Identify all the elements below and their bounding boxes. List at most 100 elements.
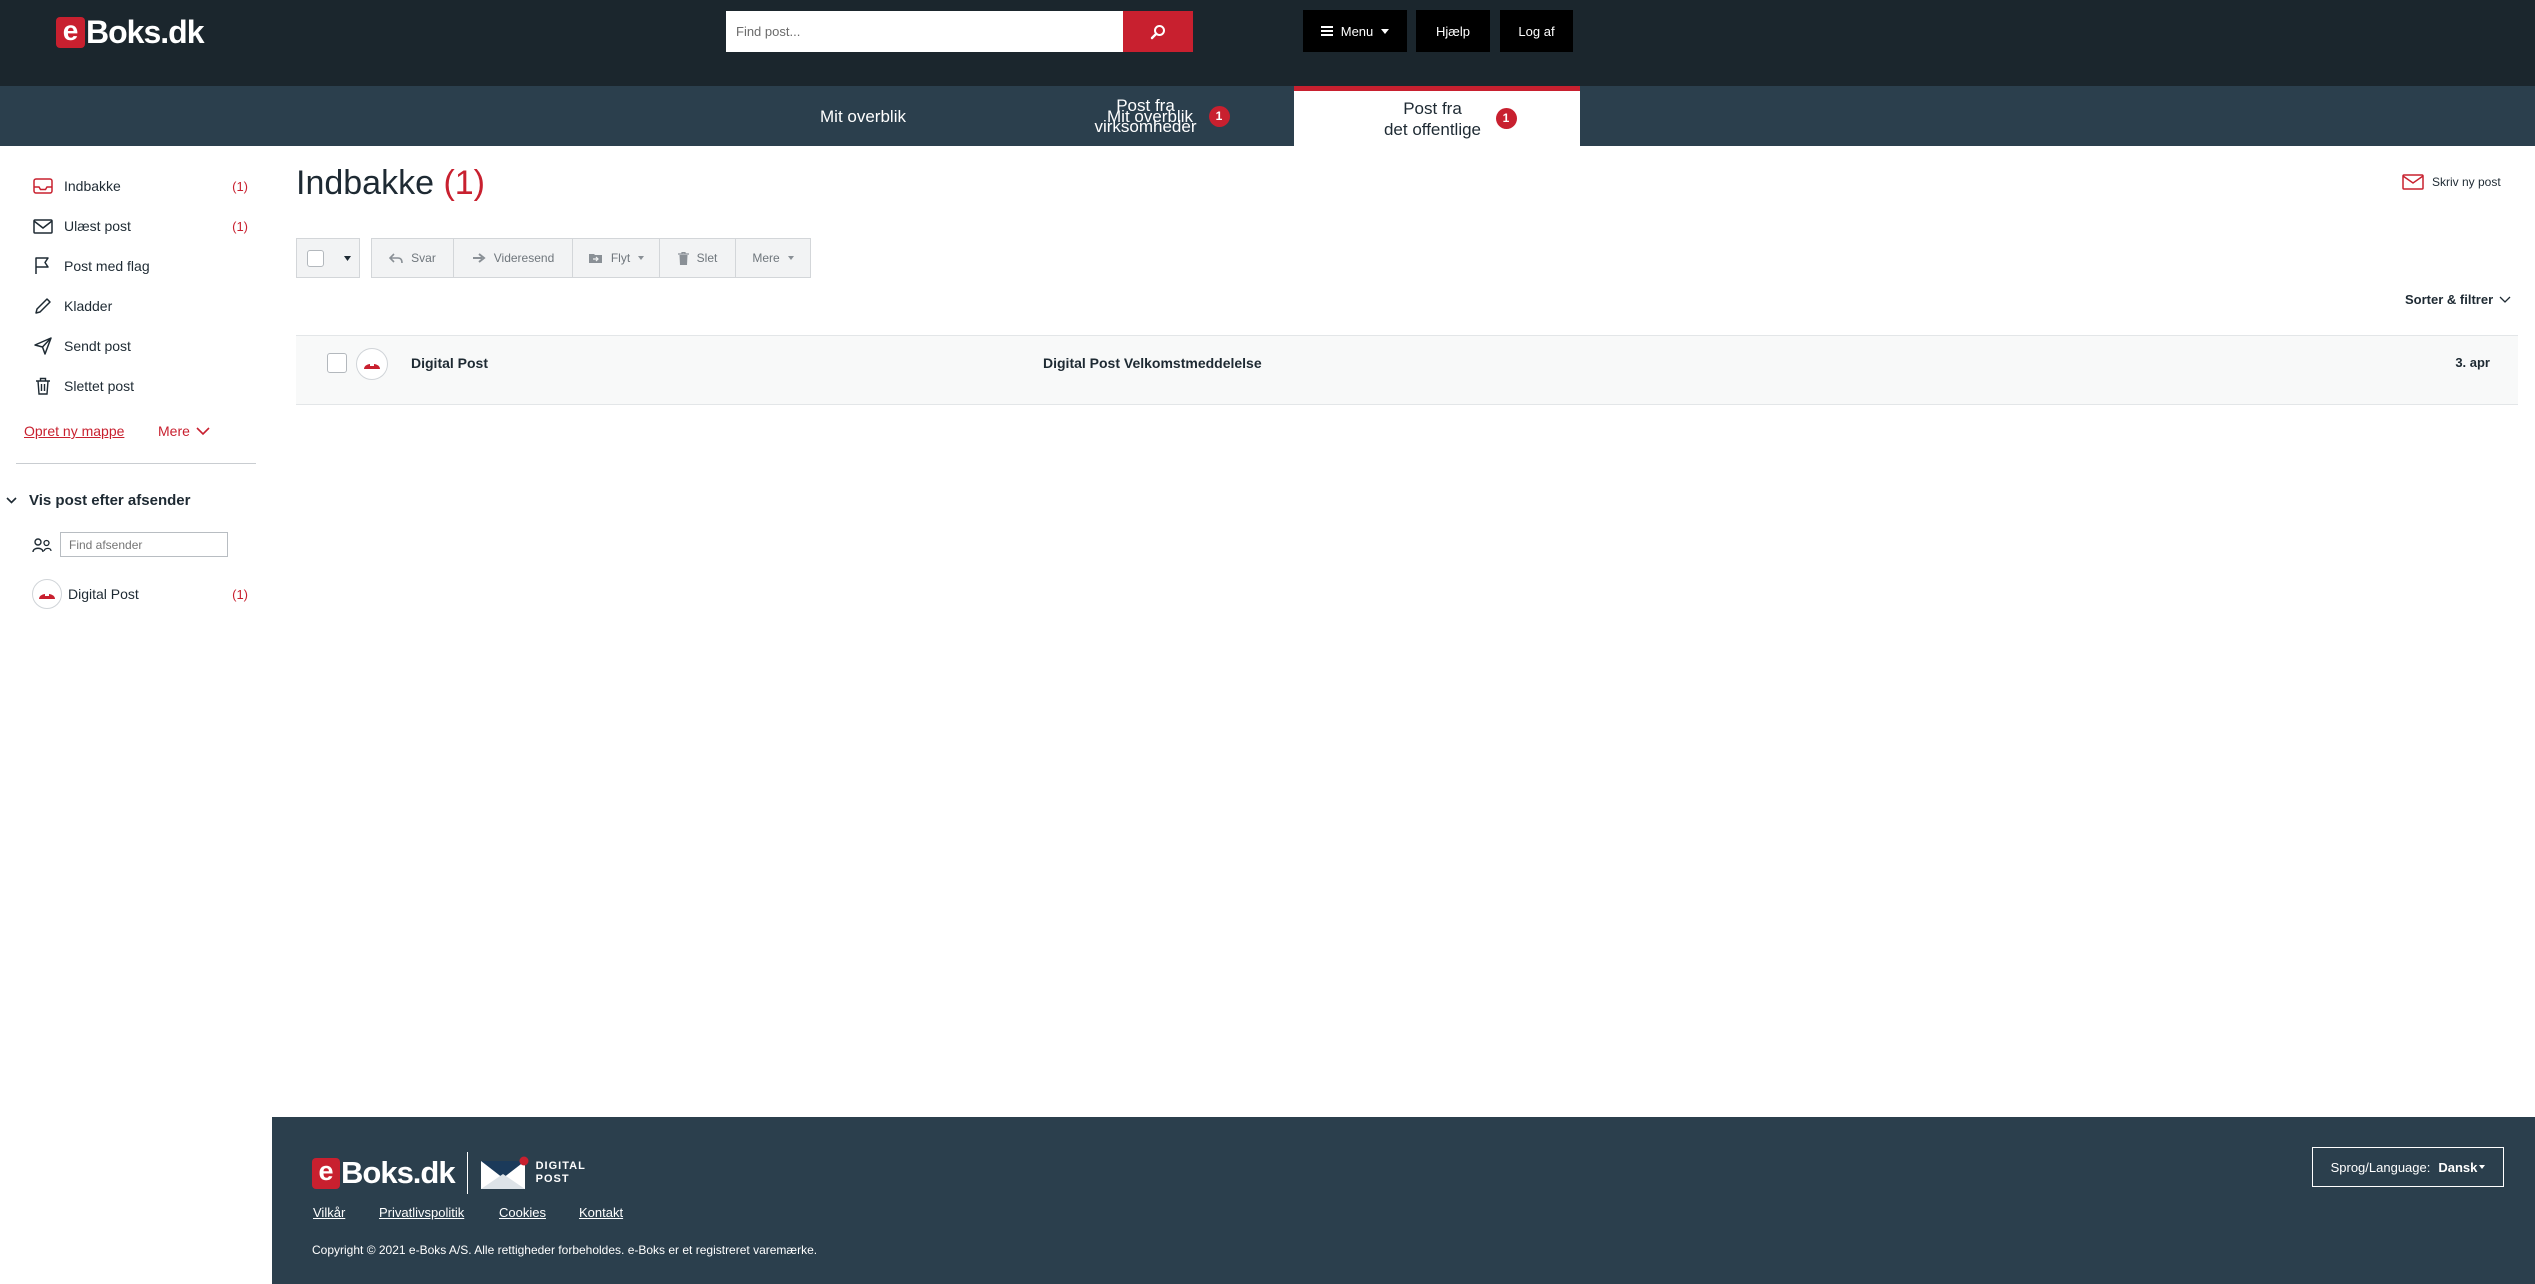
tab-virksomheder-label: Post fra virksomheder xyxy=(1071,95,1221,137)
sidebar-item-count: (1) xyxy=(232,218,248,234)
forward-arrow-icon xyxy=(472,253,486,263)
logo-wordmark: Boks.dk xyxy=(86,13,204,50)
page-title-text: Indbakke xyxy=(296,164,434,202)
message-toolbar: Svar Videresend Flyt Slet Mere xyxy=(371,238,811,278)
sidebar-divider xyxy=(16,463,256,464)
message-date: 3. apr xyxy=(2455,355,2490,370)
delete-label: Slet xyxy=(696,251,718,265)
eboks-logo[interactable]: e Boks.dk xyxy=(56,13,204,50)
message-row[interactable]: Digital Post Digital Post Velkomstmeddel… xyxy=(296,335,2518,405)
footer-link-kontakt[interactable]: Kontakt xyxy=(579,1205,623,1220)
more-folders-toggle[interactable]: Mere xyxy=(158,423,210,439)
sidebar-item-sendt-post[interactable]: Sendt post xyxy=(32,334,248,358)
digital-post-wordmark: DIGITAL POST xyxy=(536,1160,586,1186)
digital-post-logo-icon xyxy=(39,593,55,599)
chevron-down-icon xyxy=(6,497,17,504)
message-checkbox[interactable] xyxy=(327,353,347,373)
select-all-dropdown[interactable] xyxy=(296,238,360,278)
tab-offentlige-line2: det offentlige xyxy=(1383,119,1482,139)
sidebar-item-ulaest-post[interactable]: Ulæst post (1) xyxy=(32,214,248,238)
digital-post-envelope-icon xyxy=(480,1156,529,1189)
move-button[interactable]: Flyt xyxy=(573,239,660,277)
inbox-icon xyxy=(32,175,54,197)
caret-down-icon xyxy=(344,255,351,261)
footer-link-cookies[interactable]: Cookies xyxy=(499,1205,546,1220)
tab-post-fra-virksomheder[interactable]: Post fra virksomheder 1 xyxy=(1007,86,1293,146)
unread-badge: 1 xyxy=(1495,108,1517,129)
sender-count: (1) xyxy=(232,586,248,602)
trash-icon xyxy=(677,251,689,265)
sidebar-item-kladder[interactable]: Kladder xyxy=(32,294,248,318)
reply-button[interactable]: Svar xyxy=(372,239,454,277)
sender-name: Digital Post xyxy=(68,586,139,602)
logo-e-mark: e xyxy=(56,16,85,48)
forward-label: Videresend xyxy=(493,251,555,265)
footer-logo-e-mark: e xyxy=(312,1156,340,1189)
search-icon xyxy=(1150,24,1165,39)
logout-button[interactable]: Log af xyxy=(1500,10,1573,52)
sender-item-digital-post[interactable]: Digital Post (1) xyxy=(32,578,248,610)
footer-link-privatlivspolitik[interactable]: Privatlivspolitik xyxy=(379,1205,464,1220)
sidebar-item-post-med-flag[interactable]: Post med flag xyxy=(32,254,248,278)
search-button[interactable] xyxy=(1123,11,1193,52)
sidebar-item-slettet-post[interactable]: Slettet post xyxy=(32,374,248,398)
top-header: e Boks.dk Menu Hjælp Log af xyxy=(0,0,2535,86)
footer-logo-divider xyxy=(466,1152,468,1194)
sidebar-item-indbakke[interactable]: Indbakke (1) xyxy=(32,174,248,198)
chevron-down-icon xyxy=(2499,296,2511,303)
sidebar-item-label: Indbakke xyxy=(64,178,121,194)
folder-move-icon xyxy=(588,254,602,263)
delete-button[interactable]: Slet xyxy=(660,239,736,277)
hamburger-icon xyxy=(1320,26,1333,36)
compose-button[interactable]: Skriv ny post xyxy=(2402,174,2501,190)
caret-down-icon xyxy=(2479,1165,2486,1169)
tab-virksomheder-line1: Post fra xyxy=(1116,96,1175,115)
digital-post-avatar xyxy=(32,579,62,609)
select-all-checkbox[interactable] xyxy=(307,249,324,267)
flag-icon xyxy=(32,255,54,277)
footer-logo-wordmark: Boks.dk xyxy=(341,1155,456,1190)
sidebar-item-label: Post med flag xyxy=(64,258,150,274)
envelope-icon xyxy=(32,215,54,237)
create-folder-link[interactable]: Opret ny mappe xyxy=(24,423,124,439)
language-label: Sprog/Language: xyxy=(2330,1159,2431,1175)
menu-button[interactable]: Menu xyxy=(1303,10,1407,52)
digital-post-line2: POST xyxy=(535,1173,570,1185)
message-subject: Digital Post Velkomstmeddelelse xyxy=(1043,355,1262,371)
sidebar-item-label: Ulæst post xyxy=(64,218,131,234)
sender-search-input[interactable] xyxy=(60,532,228,557)
more-label: Mere xyxy=(158,423,190,439)
reply-label: Svar xyxy=(411,251,436,265)
sender-section-title: Vis post efter afsender xyxy=(29,492,191,509)
sender-section-header[interactable]: Vis post efter afsender xyxy=(6,492,190,509)
help-button[interactable]: Hjælp xyxy=(1416,10,1490,52)
compose-label: Skriv ny post xyxy=(2432,175,2501,189)
compose-envelope-icon xyxy=(2402,174,2424,190)
language-value: Dansk xyxy=(2438,1159,2478,1175)
tab-post-fra-det-offentlige[interactable]: Post fra det offentlige 1 xyxy=(1294,86,1580,146)
search-bar xyxy=(726,11,1193,52)
language-selector[interactable]: Sprog/Language: Dansk xyxy=(2312,1147,2504,1187)
tab-mit-overblik-real[interactable]: Mit overblik xyxy=(720,86,1006,146)
unread-badge: 1 xyxy=(1208,105,1230,127)
reply-icon xyxy=(389,252,403,263)
caret-down-icon xyxy=(787,256,794,260)
sort-filter-toggle[interactable]: Sorter & filtrer xyxy=(2405,292,2511,307)
sidebar-item-label: Sendt post xyxy=(64,338,131,354)
more-actions-button[interactable]: Mere xyxy=(736,239,810,277)
chevron-down-icon xyxy=(196,426,210,435)
sort-filter-label: Sorter & filtrer xyxy=(2405,292,2494,307)
tab-mit-overblik-label: Mit overblik xyxy=(820,106,906,126)
pencil-icon xyxy=(32,295,54,317)
sidebar-item-count: (1) xyxy=(232,178,248,194)
footer-link-vilkaar[interactable]: Vilkår xyxy=(313,1205,345,1220)
forward-button[interactable]: Videresend xyxy=(454,239,573,277)
page-footer: e Boks.dk DIGITAL POST Vilkår Privatlivs… xyxy=(272,1117,2535,1284)
search-input[interactable] xyxy=(726,11,1123,52)
sender-avatar xyxy=(356,348,388,380)
footer-logos: e Boks.dk DIGITAL POST xyxy=(312,1152,586,1194)
trash-icon xyxy=(32,375,54,397)
message-sender: Digital Post xyxy=(411,355,489,371)
digital-post-logo-icon xyxy=(364,363,380,369)
people-icon xyxy=(32,537,52,552)
